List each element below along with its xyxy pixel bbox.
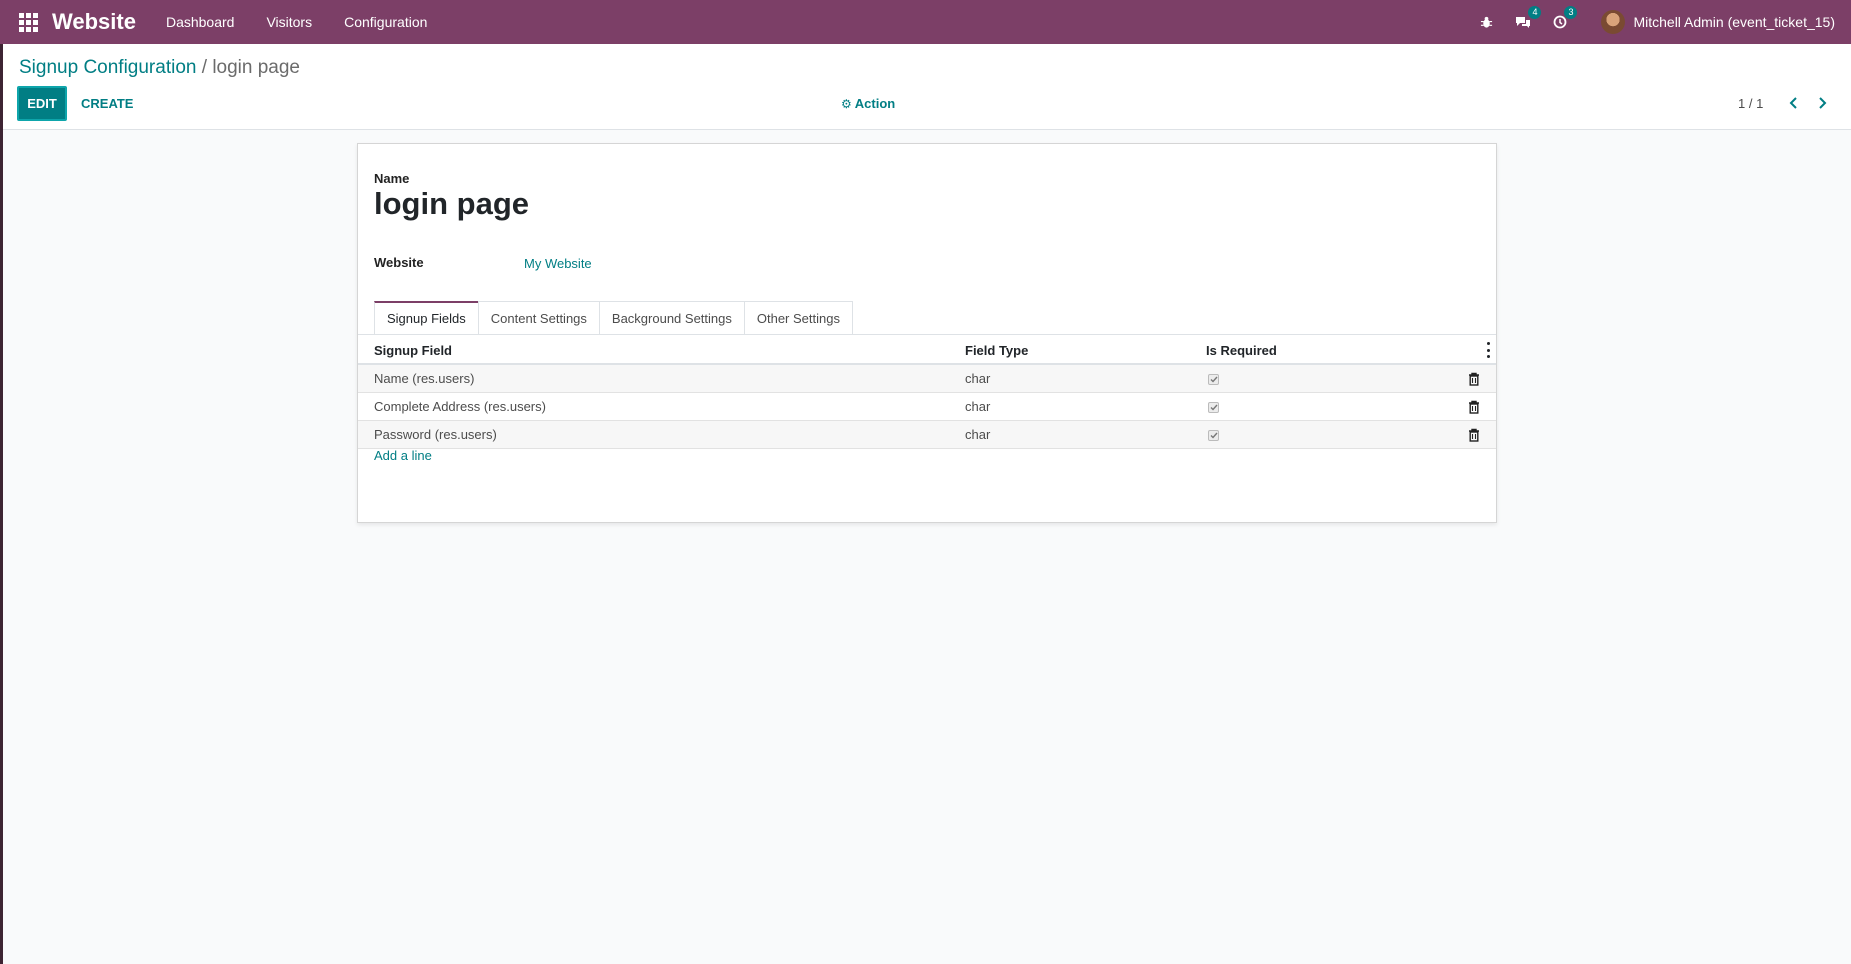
control-panel: Signup Configuration / login page EDIT C… [3, 44, 1851, 130]
menu-item-visitors[interactable]: Visitors [266, 14, 312, 30]
notebook-tabs: Signup Fields Content Settings Backgroun… [374, 301, 853, 335]
row-field-type: char [965, 427, 991, 442]
record-name: login page [374, 186, 529, 221]
delete-row-icon[interactable] [1468, 428, 1480, 442]
messages-badge: 4 [1528, 6, 1542, 19]
edit-button[interactable]: EDIT [17, 86, 67, 121]
activities-clock-icon[interactable]: 3 [1553, 6, 1578, 29]
optional-columns-icon[interactable] [1485, 342, 1491, 358]
table-row[interactable]: Complete Address (res.users) char [358, 393, 1496, 421]
main-menu: Dashboard Visitors Configuration [166, 14, 459, 30]
delete-row-icon[interactable] [1468, 372, 1480, 386]
debug-bug-icon[interactable] [1480, 16, 1493, 29]
row-signup-field: Name (res.users) [374, 371, 475, 386]
app-brand[interactable]: Website [52, 9, 136, 35]
required-checkbox[interactable] [1208, 402, 1219, 413]
tab-other-settings[interactable]: Other Settings [743, 301, 853, 335]
top-navbar: Website Dashboard Visitors Configuration… [0, 0, 1851, 44]
required-checkbox[interactable] [1208, 430, 1219, 441]
header-field-type[interactable]: Field Type [965, 343, 1028, 358]
pager-previous-icon[interactable] [1783, 92, 1805, 114]
signup-fields-table: Signup Field Field Type Is Required Name… [358, 335, 1496, 449]
messages-icon[interactable]: 4 [1515, 6, 1542, 29]
header-signup-field[interactable]: Signup Field [374, 343, 452, 358]
row-field-type: char [965, 371, 991, 386]
table-header: Signup Field Field Type Is Required [358, 335, 1496, 365]
breadcrumb-parent[interactable]: Signup Configuration [19, 57, 196, 78]
table-row[interactable]: Password (res.users) char [358, 421, 1496, 449]
menu-item-configuration[interactable]: Configuration [344, 14, 427, 30]
breadcrumb-separator: / [201, 57, 208, 78]
action-label: Action [854, 96, 896, 111]
website-label: Website [374, 255, 424, 270]
breadcrumb-current: login page [212, 57, 301, 78]
action-dropdown[interactable]: ⚙ Action [841, 96, 895, 111]
gear-icon: ⚙ [841, 96, 852, 111]
breadcrumb: Signup Configuration / login page [19, 57, 300, 79]
menu-item-dashboard[interactable]: Dashboard [166, 14, 235, 30]
delete-row-icon[interactable] [1468, 400, 1480, 414]
required-checkbox[interactable] [1208, 374, 1219, 385]
user-menu[interactable]: Mitchell Admin (event_ticket_15) [1633, 14, 1835, 30]
row-signup-field: Password (res.users) [374, 427, 497, 442]
pager-value[interactable]: 1 / 1 [1738, 96, 1763, 111]
add-line-link[interactable]: Add a line [374, 448, 432, 463]
activities-badge: 3 [1564, 6, 1578, 19]
user-avatar[interactable] [1601, 10, 1626, 34]
header-is-required[interactable]: Is Required [1206, 343, 1277, 358]
window-edge [0, 0, 3, 964]
systray: 4 3 Mitchell Admin (event_ticket_15) [1458, 0, 1835, 44]
tab-content-settings[interactable]: Content Settings [477, 301, 600, 335]
table-row[interactable]: Name (res.users) char [358, 365, 1496, 393]
tab-background-settings[interactable]: Background Settings [598, 301, 745, 335]
apps-menu-icon[interactable] [18, 12, 38, 32]
tab-signup-fields[interactable]: Signup Fields [374, 301, 479, 335]
form-sheet: Name login page Website My Website Signu… [357, 143, 1497, 523]
website-link[interactable]: My Website [524, 256, 592, 271]
pager-next-icon[interactable] [1811, 92, 1833, 114]
row-field-type: char [965, 399, 991, 414]
row-signup-field: Complete Address (res.users) [374, 399, 546, 414]
name-label: Name [374, 171, 410, 186]
create-button[interactable]: CREATE [73, 86, 141, 121]
